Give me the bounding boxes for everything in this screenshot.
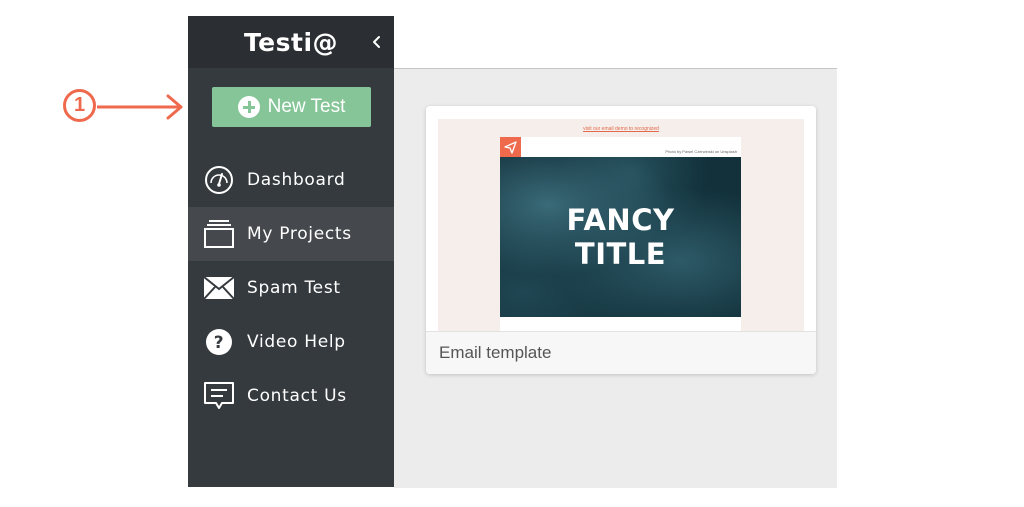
svg-text:?: ? (214, 333, 225, 353)
template-preview: visit our email demo to recognized Photo… (438, 119, 804, 331)
email-frame: Photo by Pawel Czerwinski on Unsplash FA… (500, 137, 741, 331)
step-annotation: 1 (62, 88, 192, 128)
app-logo[interactable]: Testi@ (188, 28, 394, 57)
card-caption: Email template (426, 331, 816, 374)
arrow-right-icon (97, 94, 183, 120)
new-test-button[interactable]: New Test (212, 87, 371, 127)
sidebar-item-label: My Projects (247, 224, 352, 244)
plus-circle-icon (237, 96, 260, 118)
hero-title-line1: FANCY (566, 203, 675, 237)
chevron-left-icon (373, 36, 380, 48)
new-test-label: New Test (267, 96, 346, 117)
chat-bubble-icon (202, 381, 236, 411)
sidebar-item-spam-test[interactable]: Spam Test (188, 261, 394, 315)
photo-credit: Photo by Pawel Czerwinski on Unsplash (665, 149, 737, 154)
hero-image: FANCY TITLE (500, 157, 741, 317)
project-card[interactable]: visit our email demo to recognized Photo… (426, 106, 816, 374)
sidebar-item-label: Video Help (247, 332, 346, 352)
hero-title-line2: TITLE (574, 237, 667, 271)
sidebar-header: Testi@ (188, 16, 394, 68)
sidebar-item-dashboard[interactable]: Dashboard (188, 153, 394, 207)
preview-top-link: visit our email demo to recognized (583, 126, 659, 132)
question-circle-icon: ? (202, 328, 236, 356)
main-content: visit our email demo to recognized Photo… (394, 68, 837, 488)
sidebar-item-my-projects[interactable]: My Projects (188, 207, 394, 261)
sidebar-item-label: Contact Us (247, 386, 347, 406)
folder-stack-icon (202, 219, 236, 249)
sidebar-nav: Dashboard My Projects Spam Test ? Video … (188, 153, 394, 423)
collapse-sidebar-button[interactable] (370, 34, 384, 50)
sidebar: Testi@ New Test Dashboard My Projects Sp… (188, 16, 394, 487)
sidebar-item-label: Spam Test (247, 278, 341, 298)
envelope-icon (202, 276, 236, 300)
sidebar-item-video-help[interactable]: ? Video Help (188, 315, 394, 369)
sidebar-item-contact-us[interactable]: Contact Us (188, 369, 394, 423)
sidebar-item-label: Dashboard (247, 170, 346, 190)
gauge-icon (202, 165, 236, 195)
paper-plane-icon (500, 137, 521, 158)
